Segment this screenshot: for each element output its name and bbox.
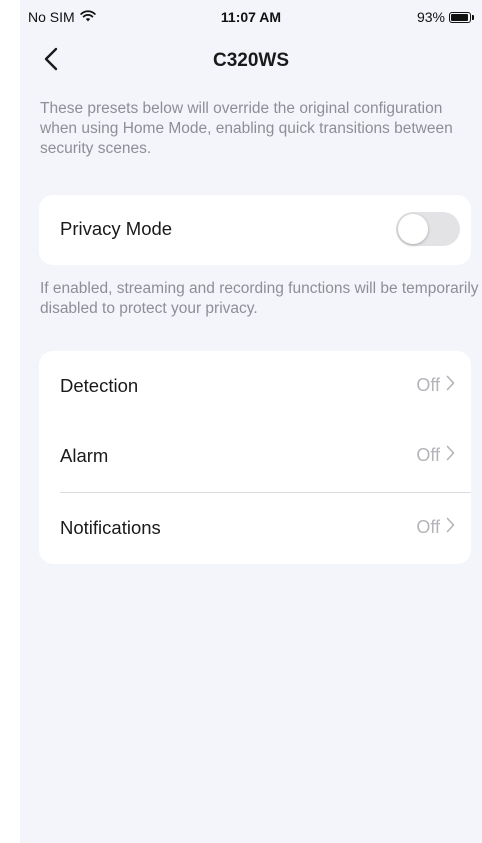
notifications-label: Notifications — [60, 517, 161, 538]
alarm-label: Alarm — [60, 445, 109, 466]
status-bar: No SIM 11:07 AM 93% — [20, 0, 482, 34]
screen: No SIM 11:07 AM 93% C320WS These presets… — [20, 0, 482, 843]
detection-value: Off — [416, 375, 440, 395]
intro-description: These presets below will override the or… — [40, 100, 453, 157]
privacy-mode-card: Privacy Mode — [39, 195, 471, 265]
notifications-value: Off — [416, 517, 440, 537]
chevron-right-icon — [446, 517, 455, 538]
page-title: C320WS — [212, 50, 290, 71]
battery-percent: 93% — [416, 9, 445, 25]
privacy-mode-toggle[interactable] — [396, 212, 460, 246]
notifications-value-group: Off — [416, 517, 455, 538]
detection-value-group: Off — [416, 375, 455, 396]
alarm-row[interactable]: Alarm Off — [39, 421, 471, 491]
status-time: 11:07 AM — [220, 9, 282, 25]
alarm-value-group: Off — [416, 445, 455, 466]
nav-bar: C320WS — [20, 38, 482, 86]
presets-card: Detection Off Alarm Off Notifications Of… — [39, 351, 471, 564]
toggle-knob — [398, 214, 428, 244]
battery-icon — [449, 11, 471, 23]
privacy-mode-note: If enabled, streaming and recording func… — [40, 280, 479, 317]
privacy-mode-label: Privacy Mode — [60, 218, 173, 239]
chevron-right-icon — [446, 375, 455, 396]
detection-row[interactable]: Detection Off — [39, 351, 471, 421]
battery-status: 93% — [417, 9, 474, 25]
alarm-value: Off — [416, 445, 440, 465]
chevron-right-icon — [446, 445, 455, 466]
detection-label: Detection — [60, 375, 139, 396]
notifications-row[interactable]: Notifications Off — [39, 493, 471, 563]
